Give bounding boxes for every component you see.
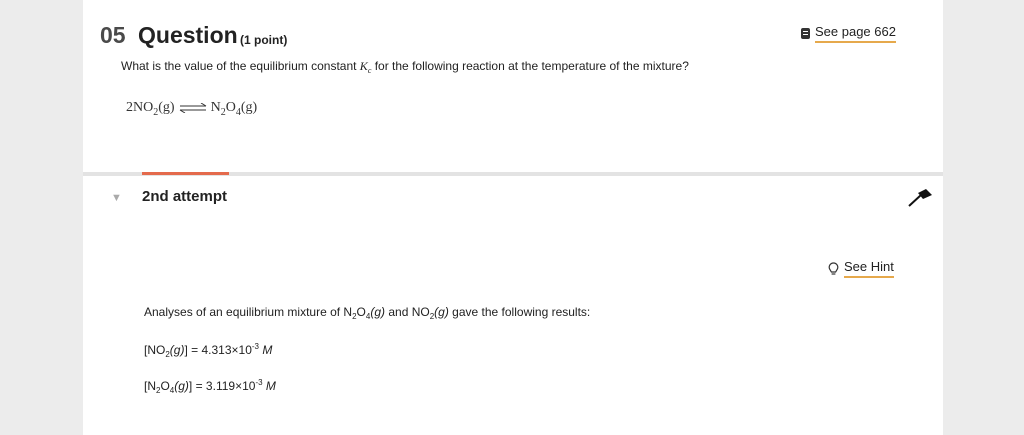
product-n2o4: N2O4(g) — [210, 100, 258, 118]
no2-concentration: [NO2(g)] = 4.313×10-3 M — [144, 342, 273, 359]
see-hint-label: See Hint — [844, 259, 894, 278]
book-icon — [801, 28, 810, 39]
see-page-link[interactable]: See page 662 — [801, 24, 896, 43]
kc-symbol: Kc — [359, 59, 372, 75]
prompt-text-start: What is the value of the equilibrium con… — [121, 59, 360, 73]
chevron-down-icon[interactable]: ▼ — [111, 192, 122, 204]
reaction-equation: 2NO2(g) N2O4(g) — [126, 100, 258, 118]
attempt-label: 2nd attempt — [142, 188, 228, 205]
see-hint-link[interactable]: See Hint — [828, 259, 894, 278]
lightbulb-icon — [828, 261, 839, 275]
question-number: 05 — [100, 22, 126, 48]
question-points: (1 point) — [240, 33, 288, 47]
pin-icon[interactable] — [907, 188, 933, 208]
equilibrium-arrow-icon — [179, 103, 206, 113]
prompt-text-end: for the following reaction at the temper… — [371, 59, 689, 73]
reactant-no2: 2NO2(g) — [126, 100, 175, 118]
analyses-text: Analyses of an equilibrium mixture of N2… — [144, 305, 591, 321]
n2o4-concentration: [N2O4(g)] = 3.119×10-3 M — [144, 378, 276, 395]
see-page-label: See page 662 — [815, 24, 896, 43]
question-title: Question — [138, 22, 238, 48]
question-prompt: What is the value of the equilibrium con… — [121, 59, 689, 75]
active-attempt-indicator — [142, 172, 229, 175]
